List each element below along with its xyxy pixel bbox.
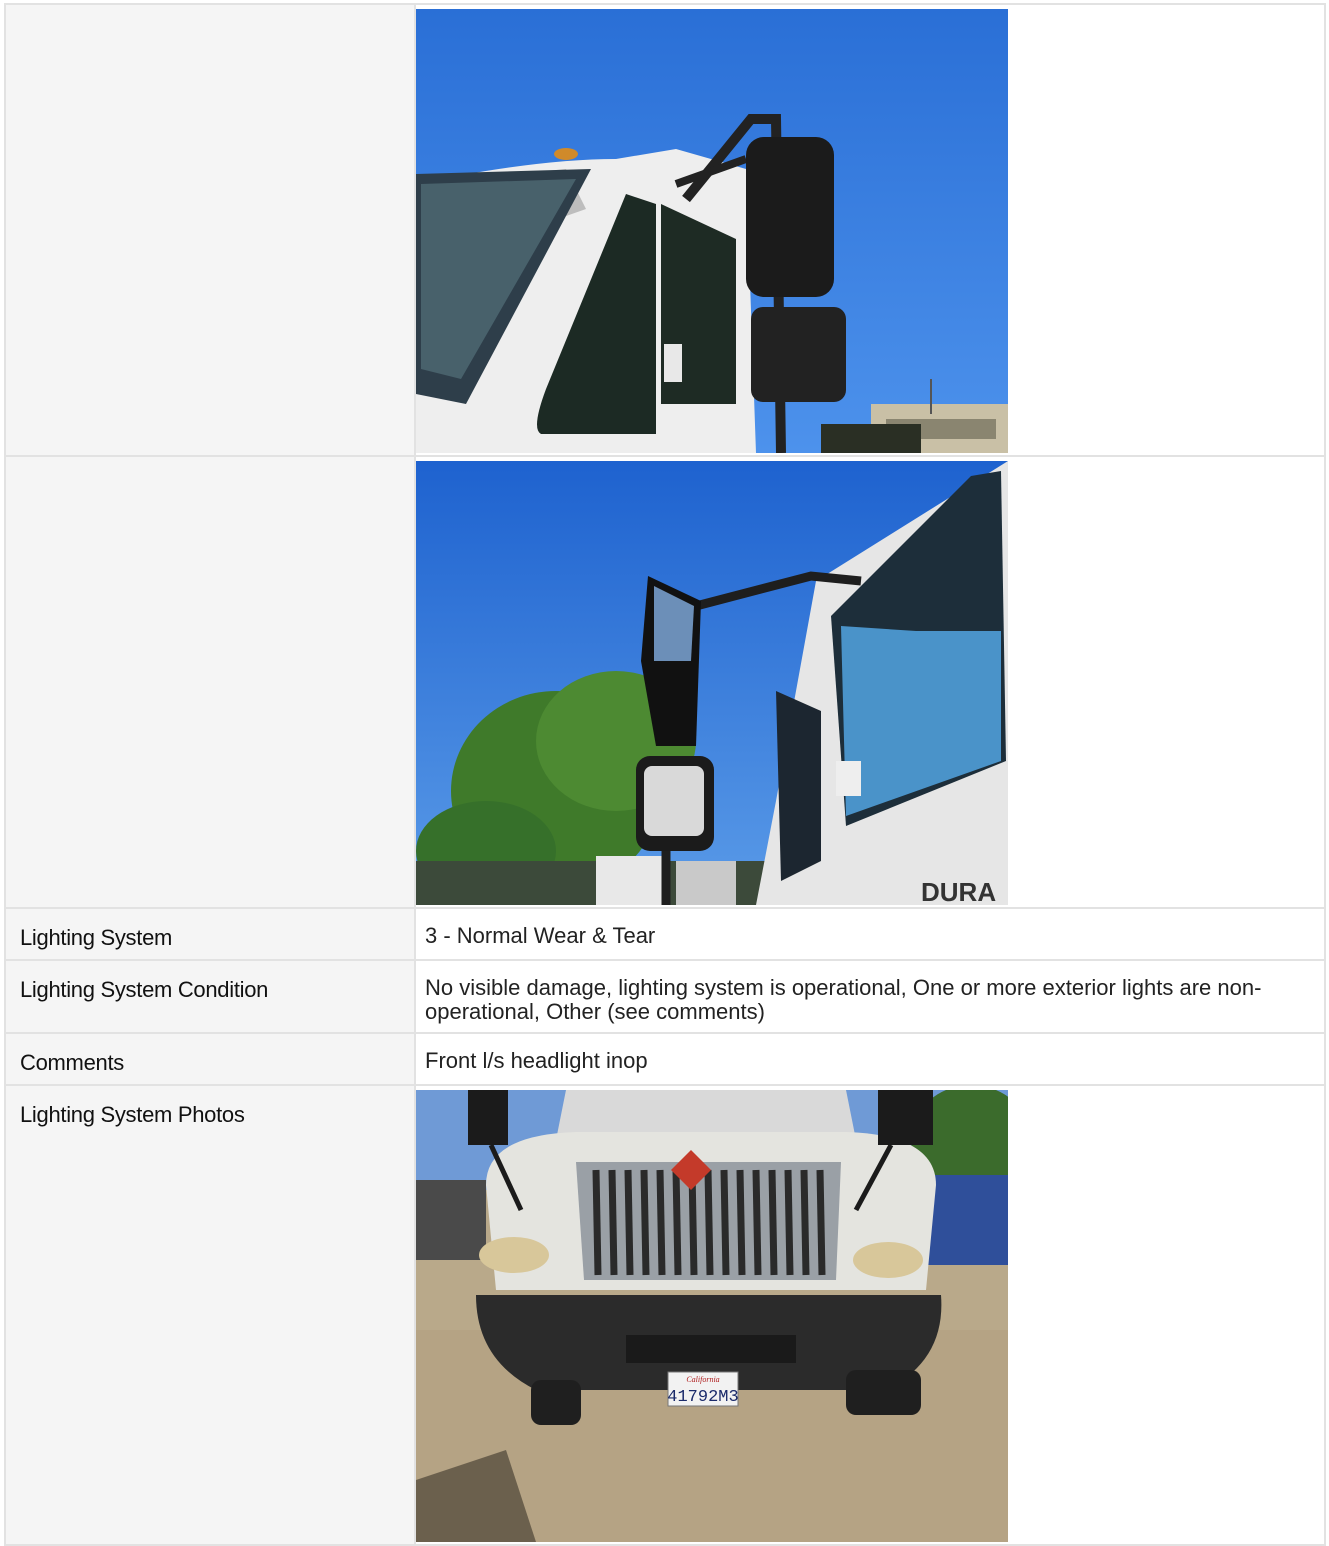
table-row: Lighting System Photos California 41792M… <box>4 1084 1326 1546</box>
mirror-photo-2[interactable]: DURA <box>416 461 1008 905</box>
row-value: No visible damage, lighting system is op… <box>414 959 1326 1034</box>
inspection-table: DURA Lighting System 3 - Normal Wear & T… <box>4 3 1326 1546</box>
mirror-photo-1[interactable] <box>416 9 1008 453</box>
row-value: Front l/s headlight inop <box>414 1032 1326 1086</box>
table-row: Lighting System Condition No visible dam… <box>4 959 1326 1034</box>
row-label <box>4 455 416 909</box>
row-label: Lighting System <box>4 907 416 961</box>
truck-front-photo[interactable]: California 41792M3 <box>416 1090 1008 1542</box>
plate-state-label: California <box>686 1375 719 1384</box>
table-row: Lighting System 3 - Normal Wear & Tear <box>4 907 1326 961</box>
table-row: Comments Front l/s headlight inop <box>4 1032 1326 1086</box>
row-value: 3 - Normal Wear & Tear <box>414 907 1326 961</box>
row-label <box>4 3 416 457</box>
row-label: Lighting System Condition <box>4 959 416 1034</box>
duramax-badge-icon: DURA <box>921 877 996 905</box>
plate-number-label: 41792M3 <box>667 1388 738 1407</box>
row-label: Comments <box>4 1032 416 1086</box>
inspection-report: DURA Lighting System 3 - Normal Wear & T… <box>4 3 1326 1546</box>
row-label: Lighting System Photos <box>4 1084 416 1546</box>
table-row <box>4 3 1326 457</box>
table-row: DURA <box>4 455 1326 909</box>
